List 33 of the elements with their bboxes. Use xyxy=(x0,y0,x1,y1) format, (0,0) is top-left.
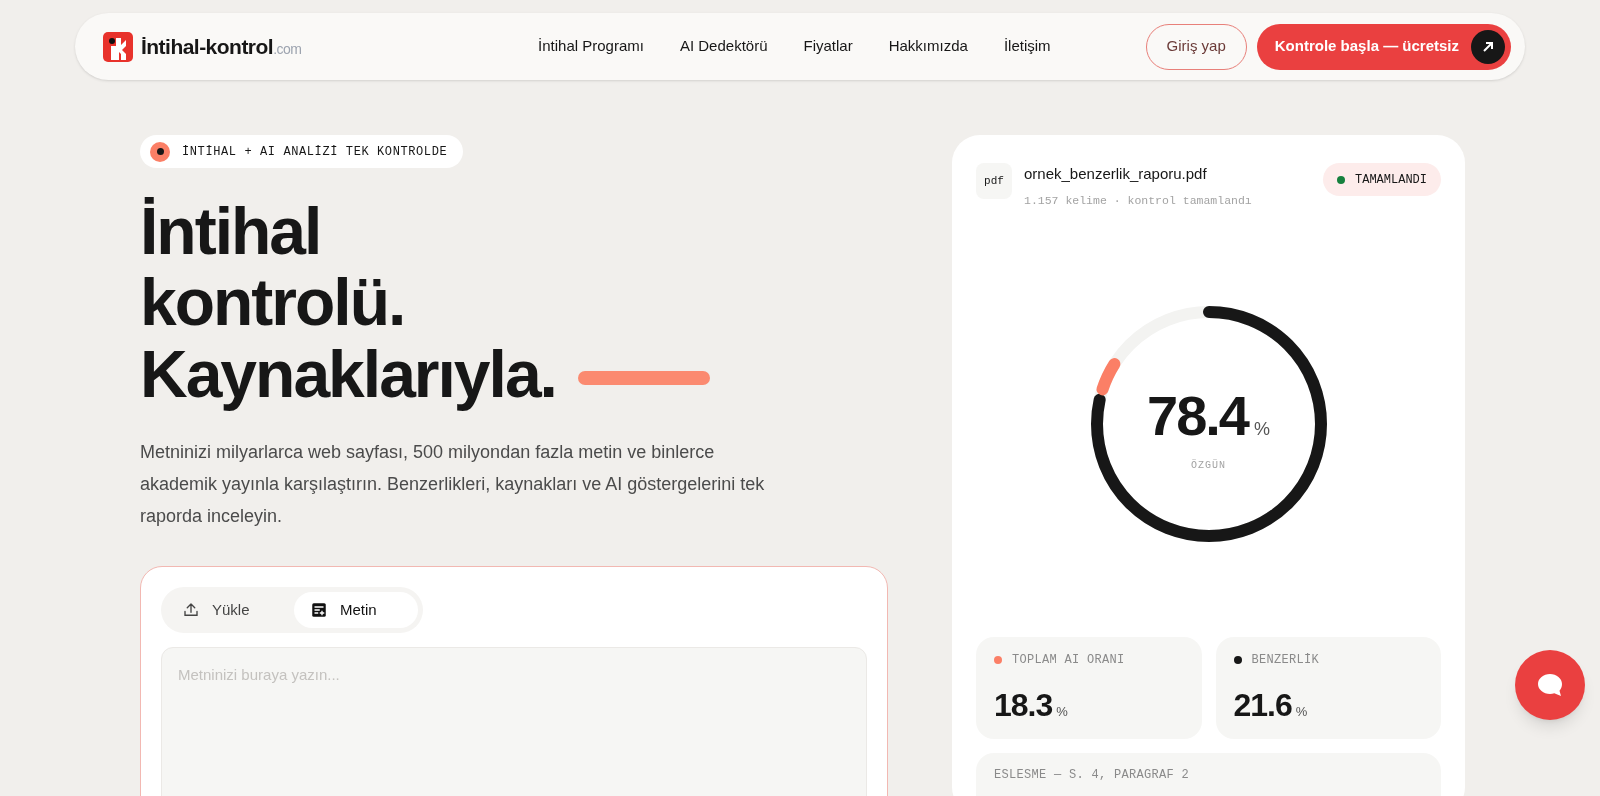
originality-value: 78.4 xyxy=(1147,383,1248,450)
match-heading: ESLESME — S. 4, PARAGRAF 2 xyxy=(994,767,1190,782)
status-badge: TAMAMLANDI xyxy=(1323,163,1441,196)
nav-link[interactable]: İletişim xyxy=(1003,35,1051,58)
stat-value: 18.3 xyxy=(994,685,1053,725)
file-type-label: pdf xyxy=(976,163,1012,199)
hero-title-line: İntihal xyxy=(140,196,321,268)
text-note-icon xyxy=(310,600,328,619)
stat-label: BENZERLİK xyxy=(1251,651,1319,669)
upload-icon xyxy=(182,600,200,619)
stat-label: TOPLAM AI ORANI xyxy=(1012,651,1125,669)
percent-unit: % xyxy=(1056,702,1068,721)
percent-unit: % xyxy=(1254,418,1270,442)
site-logo[interactable]: İntihal-kontrol.com xyxy=(141,30,302,63)
stat-value: 21.6 xyxy=(1233,685,1292,725)
mode-tab[interactable]: Metin xyxy=(294,591,418,628)
nav-link[interactable]: Hakkımızda xyxy=(888,35,968,58)
chat-button[interactable] xyxy=(1515,650,1585,720)
badge-text: İNTİHAL + AI ANALİZİ TEK KONTROLDE xyxy=(182,143,448,161)
file-name: ornek_benzerlik_raporu.pdf xyxy=(1024,164,1208,184)
percent-unit: % xyxy=(1295,702,1308,721)
file-meta: 1.157 kelime · kontrol tamamlandı xyxy=(1024,192,1253,209)
originality-label: ÖZGÜN xyxy=(1191,458,1226,474)
hero-title-line: Kaynaklarıyla. xyxy=(140,338,556,410)
nav-link[interactable]: İntihal Programı xyxy=(538,35,644,58)
chat-bubble-icon xyxy=(1537,673,1563,697)
hero-description: Metninizi milyarlarca web sayfası, 500 milyondan fazla metin ve binlerce akademik yayınla karşılaştırın. Benzerlikleri, kaynakları ve AI göstergelerini tek raporda inceleyin. xyxy=(140,440,766,528)
nav-link[interactable]: Fiyatlar xyxy=(803,35,853,58)
mode-tab[interactable]: Yükle xyxy=(166,591,290,628)
logo-icon xyxy=(103,31,133,62)
hero-title-line: kontrolü. xyxy=(140,267,405,339)
start-check-button[interactable]: Kontrole başla — ücretsiz xyxy=(1256,23,1511,70)
nav-link[interactable]: AI Dedektörü xyxy=(679,35,768,58)
